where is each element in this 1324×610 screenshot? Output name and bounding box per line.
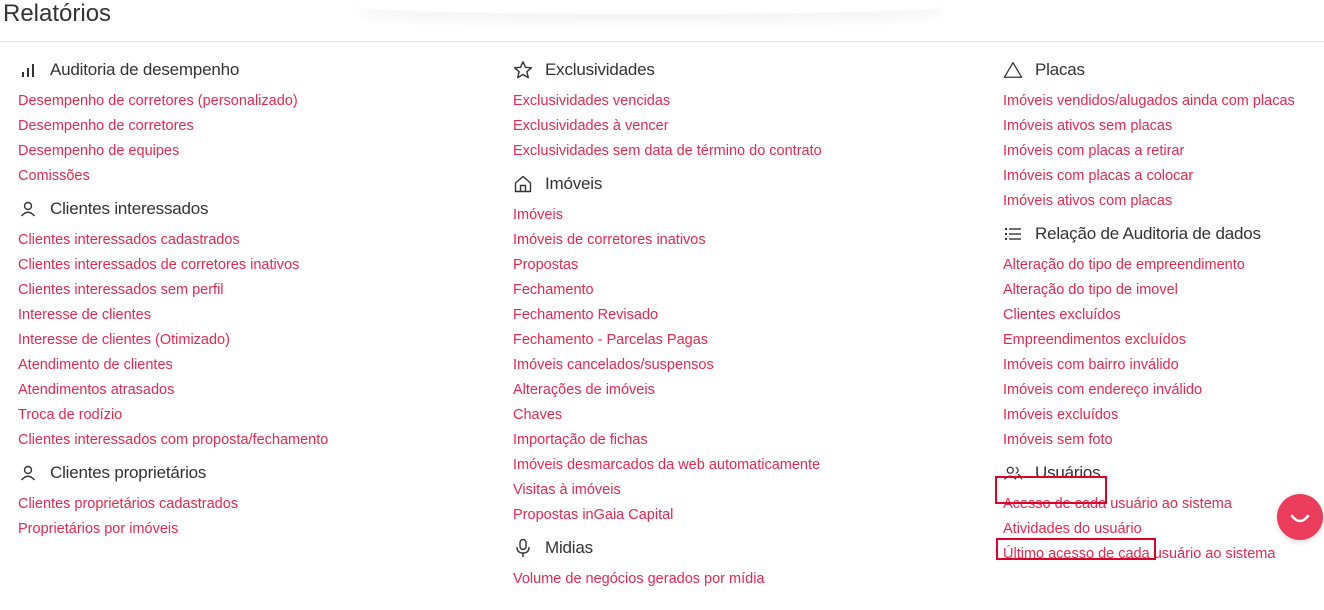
section-heading-clientes-interessados: Clientes interessados <box>18 192 498 226</box>
section-heading-clientes-proprietarios: Clientes proprietários <box>18 456 498 490</box>
link-list: Volume de negócios gerados por mídia <box>513 565 983 592</box>
section-relacao-auditoria: Relação de Auditoria de dados Alteração d… <box>1003 217 1313 457</box>
report-link[interactable]: Interesse de clientes <box>18 303 498 328</box>
report-link[interactable]: Proprietários por imóveis <box>18 517 498 542</box>
microphone-icon <box>513 538 533 558</box>
report-link[interactable]: Imóveis desmarcados da web automaticamen… <box>513 453 983 478</box>
report-link[interactable]: Clientes interessados de corretores inat… <box>18 253 498 278</box>
report-link[interactable]: Imóveis <box>513 203 983 228</box>
section-title: Placas <box>1035 60 1085 79</box>
section-placas: Placas Imóveis vendidos/alugados ainda co… <box>1003 53 1313 218</box>
report-link[interactable]: Troca de rodízio <box>18 403 498 428</box>
list-icon <box>1003 224 1023 244</box>
report-link[interactable]: Imóveis com placas a retirar <box>1003 139 1313 164</box>
section-title: Midias <box>545 538 593 557</box>
report-link[interactable]: Imóveis vendidos/alugados ainda com plac… <box>1003 89 1313 114</box>
link-list: Desempenho de corretores (personalizado)… <box>18 87 498 189</box>
top-bar: Relatórios <box>0 0 1324 42</box>
link-list: Exclusividades vencidas Exclusividades à … <box>513 87 983 164</box>
report-link[interactable]: Volume de negócios gerados por mídia <box>513 567 983 592</box>
section-title: Auditoria de desempenho <box>50 60 240 79</box>
report-link[interactable]: Exclusividades à vencer <box>513 114 983 139</box>
section-heading-relacao-auditoria: Relação de Auditoria de dados <box>1003 217 1313 251</box>
report-link[interactable]: Propostas <box>513 253 983 278</box>
column-1: Auditoria de desempenho Desempenho de cor… <box>18 54 498 546</box>
highlight-usuarios-heading <box>995 476 1107 504</box>
page-title: Relatórios <box>3 0 112 27</box>
link-list: Alteração do tipo de empreendimento Alter… <box>1003 251 1313 453</box>
report-link[interactable]: Exclusividades sem data de término do co… <box>513 139 983 164</box>
highlight-atividades-link <box>996 538 1156 560</box>
link-list: Imóveis Imóveis de corretores inativos Pro… <box>513 201 983 528</box>
section-imoveis: Imóveis Imóveis Imóveis de corretores inat… <box>513 167 983 532</box>
report-link[interactable]: Alterações de imóveis <box>513 378 983 403</box>
report-link[interactable]: Atendimento de clientes <box>18 353 498 378</box>
report-link[interactable]: Desempenho de corretores <box>18 114 498 139</box>
report-link[interactable]: Fechamento <box>513 278 983 303</box>
section-title: Exclusividades <box>545 60 655 79</box>
star-icon <box>513 60 533 80</box>
chat-smile-icon <box>1290 514 1310 523</box>
section-heading-placas: Placas <box>1003 53 1313 87</box>
section-title: Imóveis <box>545 174 603 193</box>
section-heading-auditoria: Auditoria de desempenho <box>18 53 498 87</box>
link-list: Clientes interessados cadastrados Cliente… <box>18 226 498 453</box>
triangle-icon <box>1003 60 1023 80</box>
report-link[interactable]: Imóveis cancelados/suspensos <box>513 353 983 378</box>
section-auditoria: Auditoria de desempenho Desempenho de cor… <box>18 53 498 193</box>
section-title: Relação de Auditoria de dados <box>1035 224 1261 243</box>
report-link[interactable]: Exclusividades vencidas <box>513 89 983 114</box>
report-link[interactable]: Imóveis excluídos <box>1003 403 1313 428</box>
report-link[interactable]: Imóveis ativos sem placas <box>1003 114 1313 139</box>
report-link[interactable]: Propostas inGaia Capital <box>513 503 983 528</box>
report-link[interactable]: Imóveis com endereço inválido <box>1003 378 1313 403</box>
report-link[interactable]: Clientes proprietários cadastrados <box>18 492 498 517</box>
user-icon <box>18 199 38 219</box>
report-link[interactable]: Chaves <box>513 403 983 428</box>
section-heading-exclusividades: Exclusividades <box>513 53 983 87</box>
section-clientes-proprietarios: Clientes proprietários Clientes proprietá… <box>18 456 498 546</box>
report-link[interactable]: Imóveis ativos com placas <box>1003 189 1313 214</box>
section-clientes-interessados: Clientes interessados Clientes interessad… <box>18 192 498 457</box>
report-link[interactable]: Desempenho de equipes <box>18 139 498 164</box>
report-link[interactable]: Atendimentos atrasados <box>18 378 498 403</box>
section-exclusividades: Exclusividades Exclusividades vencidas Exc… <box>513 53 983 168</box>
report-link[interactable]: Fechamento - Parcelas Pagas <box>513 328 983 353</box>
user-icon <box>18 463 38 483</box>
report-link[interactable]: Imóveis sem foto <box>1003 428 1313 453</box>
section-midias: Midias Volume de negócios gerados por míd… <box>513 531 983 596</box>
link-list: Clientes proprietários cadastrados Propri… <box>18 490 498 542</box>
section-title: Clientes proprietários <box>50 463 207 482</box>
report-link[interactable]: Comissões <box>18 164 498 189</box>
report-link[interactable]: Alteração do tipo de imovel <box>1003 278 1313 303</box>
home-icon <box>513 174 533 194</box>
report-link[interactable]: Clientes interessados sem perfil <box>18 278 498 303</box>
report-link[interactable]: Clientes excluídos <box>1003 303 1313 328</box>
report-link[interactable]: Empreendimentos excluídos <box>1003 328 1313 353</box>
link-list: Imóveis vendidos/alugados ainda com plac… <box>1003 87 1313 214</box>
report-link[interactable]: Clientes interessados com proposta/fecha… <box>18 428 498 453</box>
report-link[interactable]: Interesse de clientes (Otimizado) <box>18 328 498 353</box>
report-link[interactable]: Imóveis com placas a colocar <box>1003 164 1313 189</box>
report-link[interactable]: Fechamento Revisado <box>513 303 983 328</box>
section-title: Clientes interessados <box>50 199 209 218</box>
report-link[interactable]: Visitas à imóveis <box>513 478 983 503</box>
section-heading-midias: Midias <box>513 531 983 565</box>
section-heading-imoveis: Imóveis <box>513 167 983 201</box>
report-link[interactable]: Imóveis com bairro inválido <box>1003 353 1313 378</box>
report-link[interactable]: Imóveis de corretores inativos <box>513 228 983 253</box>
top-shadow <box>360 0 940 14</box>
report-link[interactable]: Clientes interessados cadastrados <box>18 228 498 253</box>
report-link[interactable]: Importação de fichas <box>513 428 983 453</box>
column-2: Exclusividades Exclusividades vencidas Exc… <box>513 54 983 596</box>
chat-button[interactable] <box>1277 494 1323 540</box>
bar-chart-icon <box>18 60 38 80</box>
report-link[interactable]: Desempenho de corretores (personalizado) <box>18 89 498 114</box>
report-link[interactable]: Alteração do tipo de empreendimento <box>1003 253 1313 278</box>
